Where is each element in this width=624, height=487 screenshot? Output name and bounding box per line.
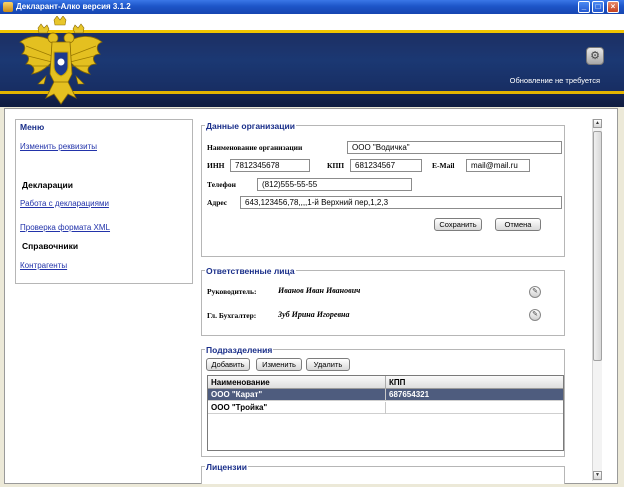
delete-division-button[interactable]: Удалить — [306, 358, 350, 371]
row-name-cell: ООО "Карат" — [208, 389, 386, 401]
table-row[interactable]: ООО "Карат" 687654321 — [208, 389, 563, 401]
table-header: Наименование КПП — [208, 376, 563, 389]
settings-gear-button[interactable]: ⚙ — [586, 47, 604, 65]
divisions-group: Подразделения Добавить Изменить Удалить … — [201, 345, 565, 457]
minimize-button[interactable]: _ — [578, 1, 590, 13]
scroll-up-arrow[interactable]: ▲ — [593, 119, 602, 128]
gear-icon: ⚙ — [590, 50, 600, 62]
director-name: Иванов Иван Иванович — [278, 286, 361, 295]
email-input[interactable]: mail@mail.ru — [466, 159, 530, 172]
director-label: Руководитель: — [207, 287, 257, 296]
main-content: Меню Изменить реквизиты Декларации Работ… — [4, 108, 618, 484]
menu-title: Меню — [20, 122, 45, 132]
phone-input[interactable]: (812)555-55-55 — [257, 178, 412, 191]
accountant-label: Гл. Бухгалтер: — [207, 311, 257, 320]
table-row[interactable]: ООО "Тройка" — [208, 402, 563, 414]
close-button[interactable]: × — [607, 1, 619, 13]
accountant-name: Зуб Ирина Игоревна — [278, 310, 350, 319]
column-name-header[interactable]: Наименование — [208, 376, 386, 389]
org-data-title: Данные организации — [205, 121, 296, 131]
kpp-label: КПП — [327, 161, 345, 170]
link-counterparties[interactable]: Контрагенты — [20, 261, 67, 270]
link-work-declarations[interactable]: Работа с декларациями — [20, 199, 109, 208]
app-icon — [3, 2, 13, 12]
inn-label: ИНН — [207, 161, 225, 170]
maximize-button[interactable]: □ — [592, 1, 604, 13]
cancel-button[interactable]: Отмена — [495, 218, 541, 231]
window-titlebar[interactable]: Декларант-Алко версия 3.1.2 _ □ × — [0, 0, 624, 14]
org-name-label: Наименование организации — [207, 143, 303, 152]
row-name-cell: ООО "Тройка" — [208, 402, 386, 414]
vertical-scrollbar[interactable]: ▲ ▼ — [592, 119, 602, 481]
phone-label: Телефон — [207, 180, 236, 189]
scroll-thumb[interactable] — [593, 131, 602, 361]
responsible-title: Ответственные лица — [205, 266, 296, 276]
licenses-group: Лицензии — [201, 462, 565, 484]
licenses-title: Лицензии — [205, 462, 248, 472]
coat-of-arms-emblem — [19, 16, 103, 105]
scroll-down-arrow[interactable]: ▼ — [593, 471, 602, 480]
save-button[interactable]: Сохранить — [434, 218, 482, 231]
edit-director-button[interactable]: ✎ — [529, 286, 541, 298]
section-references: Справочники — [22, 241, 79, 251]
row-kpp-cell — [386, 402, 563, 414]
divisions-table[interactable]: Наименование КПП ООО "Карат" 687654321 О… — [207, 375, 564, 451]
sidebar-menu: Меню Изменить реквизиты Декларации Работ… — [15, 119, 193, 284]
update-status: Обновление не требуется — [509, 76, 600, 85]
org-data-group: Данные организации Наименование организа… — [201, 121, 565, 257]
arrow-down-icon: ▼ — [595, 472, 600, 478]
arrow-up-icon: ▲ — [595, 120, 600, 126]
email-label: E-Mail — [432, 161, 455, 170]
header-banner: ⚙ Обновление не требуется — [0, 14, 624, 107]
inn-input[interactable]: 7812345678 — [230, 159, 310, 172]
edit-division-button[interactable]: Изменить — [256, 358, 302, 371]
row-kpp-cell: 687654321 — [389, 390, 430, 399]
window-title: Декларант-Алко версия 3.1.2 — [16, 2, 131, 11]
address-input[interactable]: 643,123456,78,,,,1-й Верхний пер,1,2,3 — [240, 196, 562, 209]
divisions-title: Подразделения — [205, 345, 274, 355]
link-change-details[interactable]: Изменить реквизиты — [20, 142, 97, 151]
pencil-icon: ✎ — [532, 311, 538, 318]
kpp-input[interactable]: 681234567 — [350, 159, 422, 172]
section-declarations: Декларации — [22, 180, 73, 190]
column-kpp-header[interactable]: КПП — [386, 376, 563, 389]
add-division-button[interactable]: Добавить — [206, 358, 250, 371]
org-name-input[interactable]: ООО "Водичка" — [347, 141, 562, 154]
address-label: Адрес — [207, 198, 228, 207]
edit-accountant-button[interactable]: ✎ — [529, 309, 541, 321]
responsible-group: Ответственные лица Руководитель: Иванов … — [201, 266, 565, 336]
link-check-xml[interactable]: Проверка формата XML — [20, 223, 110, 232]
pencil-icon: ✎ — [532, 288, 538, 295]
